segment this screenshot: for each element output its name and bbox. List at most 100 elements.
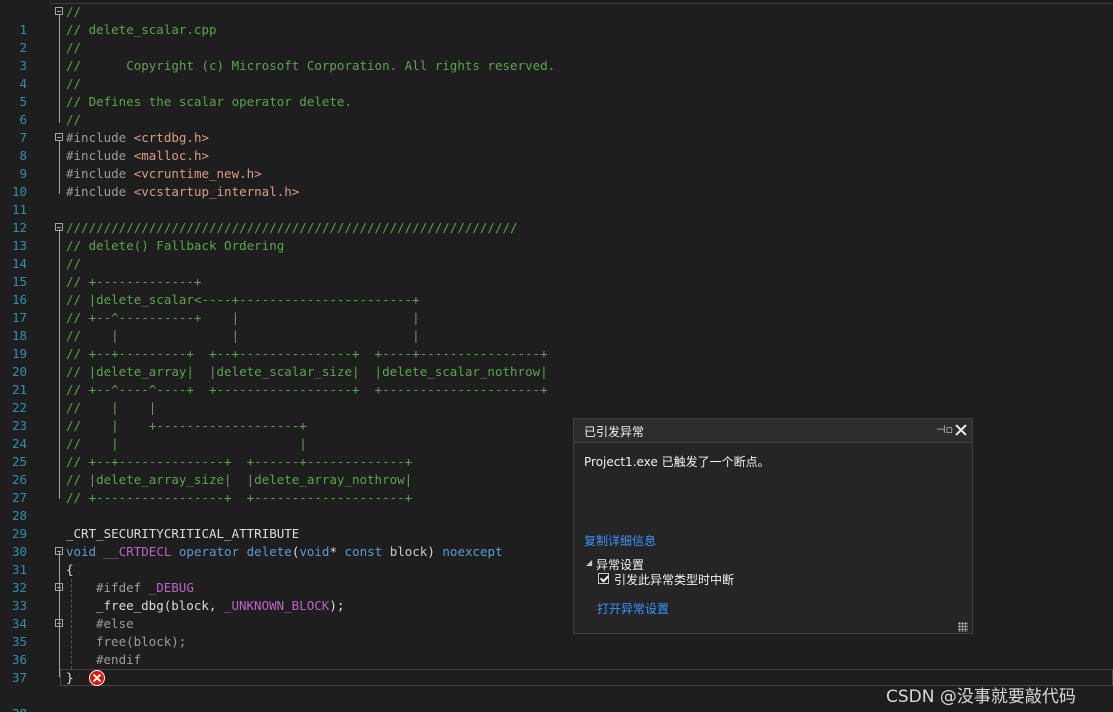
code-text: #endif: [96, 652, 142, 667]
code-line-14: 14 // delete() Fallback Ordering: [0, 237, 1113, 271]
popup-title: 已引发异常: [584, 425, 645, 439]
code-line-10: 10 #include <vcruntime_new.h>: [0, 165, 1113, 199]
code-text: // Defines the scalar operator delete.: [66, 94, 352, 109]
break-on-exception-label[interactable]: 引发此异常类型时中断: [614, 571, 734, 588]
code-line-1: 1 //: [0, 3, 1113, 37]
code-text: // |delete_array_size| |delete_array_not…: [66, 472, 413, 487]
code-text: #else: [96, 616, 134, 631]
macro: _DEBUG: [148, 580, 194, 595]
keyword: delete: [246, 544, 292, 559]
open-exception-settings-link[interactable]: 打开异常设置: [597, 600, 669, 617]
code-line-37: 37 #endif: [0, 651, 1113, 685]
code-text: {: [66, 562, 74, 577]
code-line-36: 36 free(block);: [0, 633, 1113, 667]
fold-collapse-icon[interactable]: [55, 547, 63, 555]
keyword: void: [66, 544, 97, 559]
close-icon[interactable]: [954, 423, 968, 437]
code-text: #ifdef _DEBUG: [96, 579, 194, 597]
preprocessor-directive: #include: [66, 130, 134, 145]
code-text: //: [66, 112, 82, 127]
code-text: // | +-------------------+: [66, 418, 307, 433]
code-text: #include <crtdbg.h>: [66, 129, 209, 147]
copy-details-link[interactable]: 复制详细信息: [584, 532, 656, 549]
collapse-triangle-icon[interactable]: ◢: [586, 558, 592, 567]
code-text: #include <vcruntime_new.h>: [66, 165, 262, 183]
exception-message: Project1.exe 已触发了一个断点。: [584, 455, 770, 469]
code-text: // | |: [66, 436, 307, 451]
code-text: // |delete_scalar<----+-----------------…: [66, 292, 420, 307]
fold-collapse-icon[interactable]: [55, 133, 63, 141]
fold-collapse-icon[interactable]: [55, 619, 63, 627]
punctuation: );: [329, 598, 345, 613]
include-path: <malloc.h>: [133, 148, 209, 163]
code-line-8: 8 #include <crtdbg.h>: [0, 129, 1113, 163]
include-path: <vcstartup_internal.h>: [133, 184, 300, 199]
include-path: <crtdbg.h>: [133, 130, 209, 145]
code-text: // +--+--------------+ +------+---------…: [66, 454, 413, 469]
code-text: // |delete_array| |delete_scalar_size| |…: [66, 364, 548, 379]
code-line-19: 19 // | | |: [0, 327, 1113, 361]
code-text: // | |: [66, 400, 157, 415]
break-on-exception-checkbox[interactable]: [598, 573, 609, 584]
code-text: //: [66, 76, 82, 91]
code-line-20: 20 // +--+---------+ +--+---------------…: [0, 345, 1113, 379]
code-text: _free_dbg(block, _UNKNOWN_BLOCK);: [96, 597, 344, 615]
popup-header: 已引发异常 ⊣▫: [574, 419, 972, 443]
code-text: #include <vcstartup_internal.h>: [66, 183, 299, 201]
code-line-6: 6 // Defines the scalar operator delete.: [0, 93, 1113, 127]
code-text: // +-----------------+ +----------------…: [66, 490, 413, 505]
code-text: ////////////////////////////////////////…: [66, 220, 518, 235]
preprocessor-directive: #include: [66, 166, 134, 181]
code-line-15: 15 //: [0, 255, 1113, 289]
code-text: #include <malloc.h>: [66, 147, 209, 165]
code-text: // +--^----^----+ +------------------+ +…: [66, 382, 548, 397]
punctuation: *: [329, 544, 337, 559]
exception-error-icon[interactable]: [89, 670, 105, 686]
code-text: }: [66, 670, 74, 685]
pin-icon[interactable]: ⊣▫: [936, 424, 953, 436]
punctuation: ): [427, 544, 435, 559]
code-line-23: 23 // | |: [0, 399, 1113, 433]
code-text: // +--+---------+ +--+---------------+ +…: [66, 346, 548, 361]
code-line-16: 16 // +-------------+: [0, 273, 1113, 307]
macro: _UNKNOWN_BLOCK: [223, 598, 330, 613]
code-text: void __CRTDECL operator delete(void* con…: [66, 543, 503, 561]
punctuation: (block,: [163, 598, 224, 613]
code-text: // +--^----------+ | |: [66, 310, 420, 325]
fold-collapse-icon[interactable]: [55, 583, 63, 591]
code-text: // | | |: [66, 328, 420, 343]
watermark: CSDN @没事就要敲代码: [886, 687, 1076, 707]
code-line-21: 21 // |delete_array| |delete_scalar_size…: [0, 363, 1113, 397]
code-line-2: 2 // delete_scalar.cpp: [0, 21, 1113, 55]
keyword: const: [344, 544, 383, 559]
macro: __CRTDECL: [103, 544, 172, 559]
code-text: // delete_scalar.cpp: [66, 22, 217, 37]
code-text: //: [66, 40, 82, 55]
visual-studio-editor-window: 1 // 2 // delete_scalar.cpp 3 // 4 // Co…: [0, 0, 1113, 712]
preprocessor-directive: #include: [66, 148, 134, 163]
code-text: free(block);: [96, 634, 187, 649]
keyword: noexcept: [442, 544, 503, 559]
code-line-13: 13 /////////////////////////////////////…: [0, 219, 1113, 253]
code-line-4: 4 // Copyright (c) Microsoft Corporation…: [0, 57, 1113, 91]
fold-collapse-icon[interactable]: [55, 223, 63, 231]
code-text: // delete() Fallback Ordering: [66, 238, 285, 253]
code-line-5: 5 //: [0, 75, 1113, 109]
code-line-11: 11 #include <vcstartup_internal.h>: [0, 183, 1113, 217]
code-line-18: 18 // +--^----------+ | |: [0, 309, 1113, 343]
keyword: void: [299, 544, 330, 559]
fold-collapse-icon[interactable]: [55, 7, 63, 15]
code-text: // +-------------+: [66, 274, 202, 289]
exception-helper-popup: 已引发异常 ⊣▫ Project1.exe 已触发了一个断点。 复制详细信息 ◢…: [573, 418, 973, 634]
parameter: block: [389, 544, 428, 559]
resize-grip-icon[interactable]: [958, 622, 968, 632]
code-line-9: 9 #include <malloc.h>: [0, 147, 1113, 181]
code-text: //: [66, 4, 82, 19]
code-line-7: 7 //: [0, 111, 1113, 145]
code-text: // Copyright (c) Microsoft Corporation. …: [66, 58, 556, 73]
code-line-12: 12: [0, 201, 1113, 235]
code-line-17: 17 // |delete_scalar<----+--------------…: [0, 291, 1113, 325]
code-text: _CRT_SECURITYCRITICAL_ATTRIBUTE: [66, 526, 300, 541]
preprocessor-directive: #include: [66, 184, 134, 199]
line-number: 39: [0, 705, 27, 712]
